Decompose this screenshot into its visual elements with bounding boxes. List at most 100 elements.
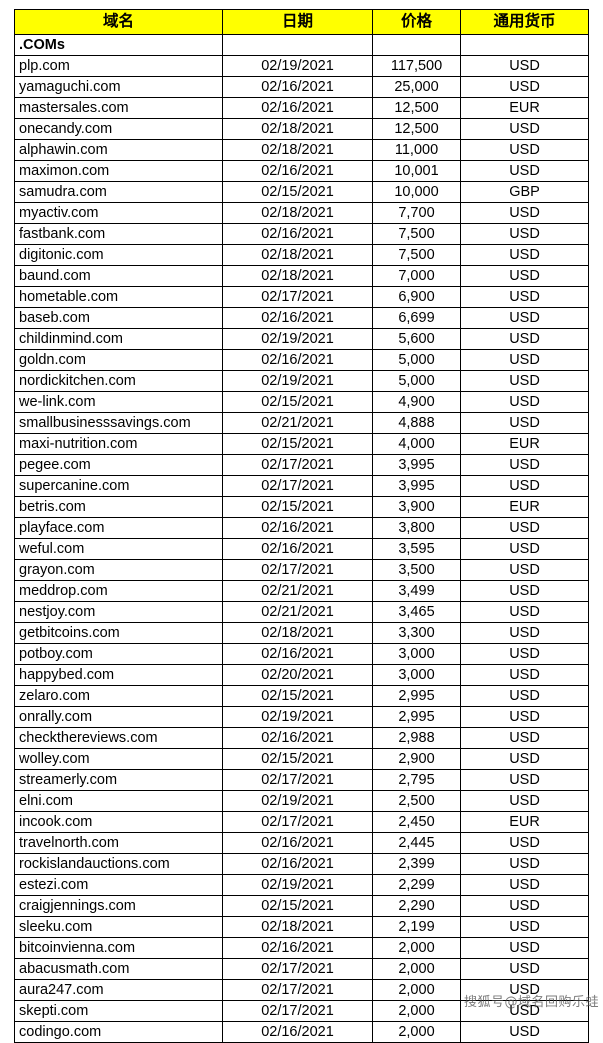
cell-currency[interactable]: USD bbox=[460, 790, 589, 812]
cell-date[interactable]: 02/16/2021 bbox=[222, 538, 373, 560]
cell-price[interactable]: 10,001 bbox=[372, 160, 461, 182]
cell-currency[interactable]: USD bbox=[460, 958, 589, 980]
cell-currency[interactable]: EUR bbox=[460, 811, 589, 833]
cell-date[interactable]: 02/17/2021 bbox=[222, 811, 373, 833]
cell-date[interactable]: 02/17/2021 bbox=[222, 559, 373, 581]
cell-domain[interactable]: travelnorth.com bbox=[14, 832, 223, 854]
cell-currency[interactable]: USD bbox=[460, 202, 589, 224]
cell-currency[interactable]: USD bbox=[460, 307, 589, 329]
cell-domain[interactable]: rockislandauctions.com bbox=[14, 853, 223, 875]
cell-currency[interactable]: USD bbox=[460, 412, 589, 434]
cell-domain[interactable]: childinmind.com bbox=[14, 328, 223, 350]
cell-domain[interactable]: happybed.com bbox=[14, 664, 223, 686]
cell-date[interactable]: 02/15/2021 bbox=[222, 391, 373, 413]
cell-price[interactable]: 6,900 bbox=[372, 286, 461, 308]
cell-currency[interactable]: USD bbox=[460, 349, 589, 371]
cell-price[interactable]: 6,699 bbox=[372, 307, 461, 329]
cell-price[interactable]: 4,900 bbox=[372, 391, 461, 413]
cell-price[interactable]: 2,199 bbox=[372, 916, 461, 938]
cell-date[interactable]: 02/16/2021 bbox=[222, 1021, 373, 1043]
cell-currency[interactable]: USD bbox=[460, 601, 589, 623]
cell-price[interactable]: 4,000 bbox=[372, 433, 461, 455]
cell-currency[interactable]: USD bbox=[460, 769, 589, 791]
cell-price[interactable]: 2,399 bbox=[372, 853, 461, 875]
cell-price[interactable]: 2,299 bbox=[372, 874, 461, 896]
cell-currency[interactable]: USD bbox=[460, 727, 589, 749]
cell-currency[interactable]: USD bbox=[460, 580, 589, 602]
cell-domain[interactable]: samudra.com bbox=[14, 181, 223, 203]
cell-currency[interactable]: USD bbox=[460, 538, 589, 560]
cell-date[interactable]: 02/18/2021 bbox=[222, 916, 373, 938]
cell-currency[interactable]: GBP bbox=[460, 181, 589, 203]
cell-currency[interactable]: USD bbox=[460, 622, 589, 644]
cell-domain[interactable]: incook.com bbox=[14, 811, 223, 833]
cell-currency[interactable]: USD bbox=[460, 664, 589, 686]
cell-currency[interactable]: USD bbox=[460, 1000, 589, 1022]
cell-currency[interactable]: EUR bbox=[460, 496, 589, 518]
cell-domain[interactable]: checkthereviews.com bbox=[14, 727, 223, 749]
cell-price[interactable]: 7,500 bbox=[372, 223, 461, 245]
cell-domain[interactable]: zelaro.com bbox=[14, 685, 223, 707]
cell-date[interactable]: 02/17/2021 bbox=[222, 475, 373, 497]
cell-date[interactable]: 02/21/2021 bbox=[222, 412, 373, 434]
cell-currency[interactable]: USD bbox=[460, 286, 589, 308]
cell-date[interactable]: 02/20/2021 bbox=[222, 664, 373, 686]
cell-price[interactable]: 2,290 bbox=[372, 895, 461, 917]
cell-price[interactable]: 3,500 bbox=[372, 559, 461, 581]
cell-domain[interactable]: betris.com bbox=[14, 496, 223, 518]
cell-domain[interactable]: potboy.com bbox=[14, 643, 223, 665]
cell-currency[interactable]: USD bbox=[460, 979, 589, 1001]
cell-date[interactable]: 02/15/2021 bbox=[222, 433, 373, 455]
cell-date[interactable]: 02/18/2021 bbox=[222, 118, 373, 140]
cell-price[interactable]: 5,000 bbox=[372, 349, 461, 371]
cell-currency[interactable]: USD bbox=[460, 370, 589, 392]
cell-currency[interactable]: USD bbox=[460, 328, 589, 350]
cell-domain[interactable]: baseb.com bbox=[14, 307, 223, 329]
cell-date[interactable]: 02/17/2021 bbox=[222, 958, 373, 980]
cell-domain[interactable]: aura247.com bbox=[14, 979, 223, 1001]
cell-domain[interactable]: fastbank.com bbox=[14, 223, 223, 245]
cell-domain[interactable]: maximon.com bbox=[14, 160, 223, 182]
cell-date[interactable]: 02/16/2021 bbox=[222, 76, 373, 98]
cell-currency[interactable]: USD bbox=[460, 937, 589, 959]
cell-price[interactable]: 25,000 bbox=[372, 76, 461, 98]
cell-currency[interactable]: USD bbox=[460, 391, 589, 413]
cell-price[interactable]: 2,000 bbox=[372, 1000, 461, 1022]
cell-domain[interactable]: baund.com bbox=[14, 265, 223, 287]
cell-date[interactable]: 02/17/2021 bbox=[222, 769, 373, 791]
cell-price[interactable]: 2,445 bbox=[372, 832, 461, 854]
cell-domain[interactable]: plp.com bbox=[14, 55, 223, 77]
cell-price[interactable]: 2,988 bbox=[372, 727, 461, 749]
cell-date[interactable]: 02/15/2021 bbox=[222, 181, 373, 203]
cell-currency[interactable]: USD bbox=[460, 475, 589, 497]
column-header-date[interactable]: 日期 bbox=[222, 9, 373, 35]
cell-domain[interactable]: bitcoinvienna.com bbox=[14, 937, 223, 959]
cell-price[interactable]: 3,465 bbox=[372, 601, 461, 623]
cell-domain[interactable]: onecandy.com bbox=[14, 118, 223, 140]
cell-price[interactable]: 3,300 bbox=[372, 622, 461, 644]
cell-currency[interactable]: EUR bbox=[460, 97, 589, 119]
cell-domain[interactable]: wolley.com bbox=[14, 748, 223, 770]
cell-price[interactable]: 2,450 bbox=[372, 811, 461, 833]
cell-date[interactable]: 02/17/2021 bbox=[222, 286, 373, 308]
cell-date[interactable]: 02/15/2021 bbox=[222, 748, 373, 770]
cell-price[interactable]: 2,000 bbox=[372, 937, 461, 959]
cell-date[interactable]: 02/15/2021 bbox=[222, 895, 373, 917]
cell-price[interactable]: 2,000 bbox=[372, 958, 461, 980]
cell-currency[interactable]: EUR bbox=[460, 433, 589, 455]
cell-domain[interactable]: goldn.com bbox=[14, 349, 223, 371]
cell-price[interactable]: 2,900 bbox=[372, 748, 461, 770]
cell-currency[interactable]: USD bbox=[460, 118, 589, 140]
cell-domain[interactable]: playface.com bbox=[14, 517, 223, 539]
cell-domain[interactable]: elni.com bbox=[14, 790, 223, 812]
cell-date[interactable]: 02/21/2021 bbox=[222, 601, 373, 623]
cell-price[interactable]: 3,000 bbox=[372, 664, 461, 686]
cell-date[interactable]: 02/19/2021 bbox=[222, 874, 373, 896]
cell-date[interactable]: 02/16/2021 bbox=[222, 97, 373, 119]
cell-domain[interactable]: maxi-nutrition.com bbox=[14, 433, 223, 455]
cell-date[interactable]: 02/18/2021 bbox=[222, 139, 373, 161]
cell-domain[interactable]: supercanine.com bbox=[14, 475, 223, 497]
cell-price[interactable]: 2,995 bbox=[372, 685, 461, 707]
cell-domain[interactable]: .COMs bbox=[14, 34, 223, 56]
cell-date[interactable]: 02/15/2021 bbox=[222, 496, 373, 518]
